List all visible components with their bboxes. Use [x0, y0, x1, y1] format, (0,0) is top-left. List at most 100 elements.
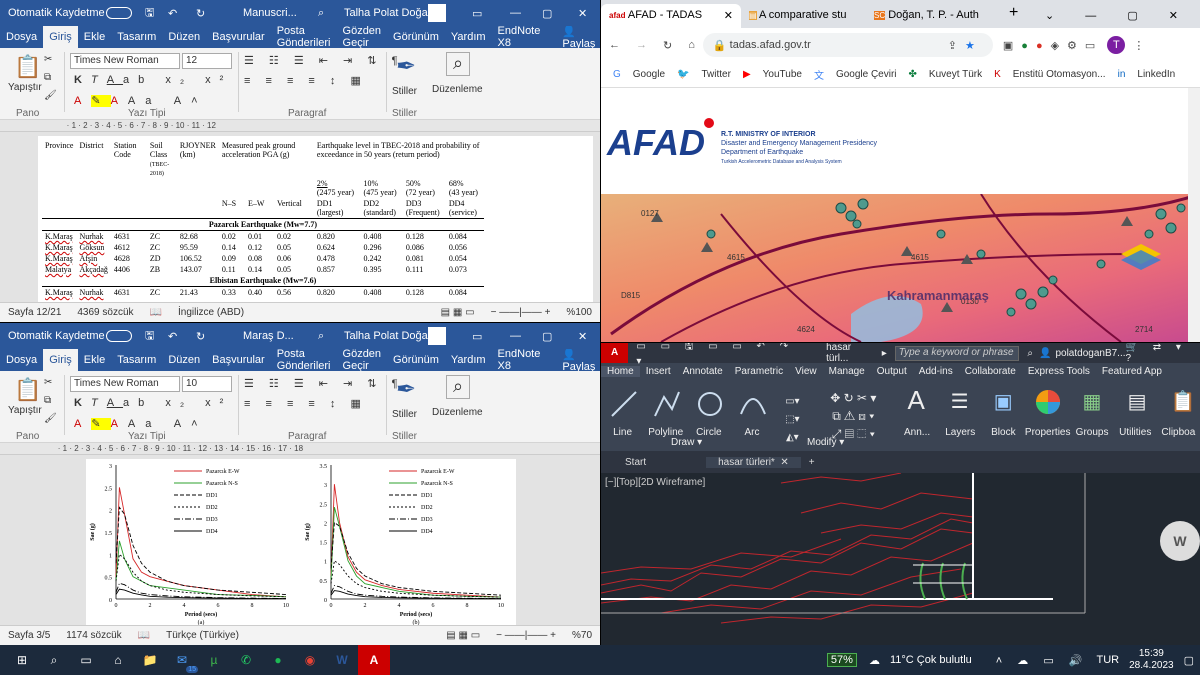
menu-ekle[interactable]: Ekle	[78, 31, 111, 43]
page-count[interactable]: Sayfa 3/5	[8, 630, 50, 641]
maximize-icon[interactable]: ▢	[542, 330, 552, 343]
styles-button[interactable]: Stiller	[392, 409, 417, 420]
maximize-icon[interactable]: ▢	[542, 7, 552, 20]
utorrent-icon[interactable]: µ	[198, 645, 230, 675]
language[interactable]: Türkçe (Türkiye)	[166, 630, 239, 641]
list-buttons[interactable]: ☰ ☷ ☰ ⇤ ⇥ ⇅ ¶	[244, 54, 403, 67]
format-buttons[interactable]: KTAab x₂ x²	[74, 397, 232, 409]
menu-collaborate[interactable]: Collaborate	[959, 366, 1022, 377]
weather-icon[interactable]: ☁	[869, 654, 880, 667]
autocad-logo-icon[interactable]: A	[601, 343, 629, 363]
tab-afad[interactable]: afad AFAD - TADAS ✕	[601, 4, 741, 28]
paste-button[interactable]: Yapıştır	[8, 82, 42, 93]
ribbon-display-icon[interactable]: ▭	[472, 7, 482, 20]
clipboard-tool[interactable]: 📋 Clipboa	[1157, 379, 1200, 451]
redo-icon[interactable]: ↻	[196, 7, 205, 20]
scrollbar[interactable]	[1188, 88, 1200, 342]
bm-twitter[interactable]: Twitter	[701, 69, 730, 80]
menu-gorunum[interactable]: Görünüm	[387, 31, 445, 43]
tray-icons[interactable]: ˄ ☁ ▭ 🔊	[996, 654, 1089, 667]
horizontal-ruler[interactable]: · 1 · 2 · 3 · 4 · 5 · 6 · 7 · 8 · 9 · 10…	[0, 443, 600, 455]
new-drawing-tab[interactable]: +	[801, 457, 823, 468]
document-area[interactable]: 0 0.5 1 1.5 2 2.5 3 0 2 4 6 8 10 Period (secs) Sae (g)…	[0, 455, 600, 625]
whatsapp-icon[interactable]: ✆	[230, 645, 262, 675]
search-icon[interactable]: ⌕	[318, 7, 324, 20]
document-page[interactable]: Province District Station Code Soil Clas…	[38, 136, 593, 302]
back-icon[interactable]: ←	[609, 39, 620, 51]
chevron-right-icon[interactable]: ▸	[882, 348, 887, 359]
forward-icon[interactable]: →	[636, 39, 647, 51]
avatar[interactable]	[428, 327, 446, 345]
reload-icon[interactable]: ↻	[663, 39, 672, 52]
tab-close-icon[interactable]: ✕	[724, 9, 733, 22]
autocad-icon[interactable]: A	[358, 645, 390, 675]
cut-icon[interactable]: ✂	[44, 377, 52, 388]
seismic-map[interactable]: 0127 4615 4615 2714 D815 4624 0130 Kahra…	[601, 194, 1200, 342]
tab-author[interactable]: SC Doğan, T. P. - Auth	[866, 4, 1001, 28]
bm-kuveyt[interactable]: Kuveyt Türk	[929, 69, 982, 80]
menu-giris[interactable]: Giriş	[43, 26, 78, 48]
clipboard-icon[interactable]: 📋	[14, 377, 41, 403]
windows-start-icon[interactable]: ⊞	[6, 645, 38, 675]
font-name-select[interactable]: Times New Roman	[70, 53, 180, 69]
menu-posta[interactable]: Posta Gönderileri	[271, 348, 337, 372]
annotation-tool[interactable]: A Ann...	[896, 379, 939, 451]
format-painter-icon[interactable]: 🖌	[44, 90, 57, 101]
file-explorer-icon[interactable]: 📁	[134, 645, 166, 675]
font-color-buttons[interactable]: A✎AAa A˄	[74, 417, 208, 430]
menu-gorunum[interactable]: Görünüm	[387, 354, 445, 366]
block-tool[interactable]: ▣ Block	[982, 379, 1025, 451]
zoom-level[interactable]: %70	[572, 630, 592, 641]
page-count[interactable]: Sayfa 12/21	[8, 307, 61, 318]
window-controls[interactable]: ⌄ — ▢ ✕	[1037, 4, 1200, 28]
search-icon[interactable]: ⌕	[38, 645, 70, 675]
minimize-icon[interactable]: —	[510, 7, 521, 19]
utilities-tool[interactable]: ▤ Utilities	[1114, 379, 1157, 451]
viewcube-compass[interactable]: W	[1160, 521, 1200, 561]
address-bar[interactable]: 🔒 tadas.afad.gov.tr ⇪★	[702, 33, 993, 57]
battery-indicator[interactable]: 57%	[826, 653, 857, 667]
font-size-select[interactable]: 12	[182, 53, 232, 69]
groups-tool[interactable]: ▦ Groups	[1071, 379, 1114, 451]
menu-giris[interactable]: Giriş	[43, 349, 78, 371]
align-buttons[interactable]: ≡ ≡ ≡ ≡ ↕ ▦	[244, 74, 367, 87]
styles-icon[interactable]: ✒	[396, 375, 416, 404]
acad-window-icons[interactable]: 🛒 ⇄ ▾ ?	[1126, 343, 1200, 364]
menu-duzen[interactable]: Düzen	[162, 354, 206, 366]
copy-icon[interactable]: ⧉	[44, 395, 51, 406]
menu-yardim[interactable]: Yardım	[445, 354, 492, 366]
editing-button[interactable]: Düzenleme	[432, 407, 483, 418]
layers-tool[interactable]: ☰ Layers	[939, 379, 982, 451]
spotify-icon[interactable]: ●	[262, 645, 294, 675]
clock[interactable]: 15:39 28.4.2023	[1129, 648, 1174, 672]
bm-translate[interactable]: Google Çeviri	[836, 69, 897, 80]
tab-comparative[interactable]: ▤ A comparative stu	[741, 4, 866, 28]
home-icon[interactable]: ⌂	[688, 39, 695, 51]
menu-endnote[interactable]: EndNote X8	[492, 348, 547, 372]
magnifier-icon[interactable]: ⌕	[446, 52, 470, 76]
arc-tool[interactable]: Arc	[730, 379, 773, 451]
properties-tool[interactable]: Properties	[1025, 379, 1071, 451]
font-name-select[interactable]: Times New Roman	[70, 376, 180, 392]
word-count[interactable]: 4369 sözcük	[77, 307, 133, 318]
list-buttons[interactable]: ☰ ☷ ☰ ⇤ ⇥ ⇅ ¶	[244, 377, 403, 390]
share-button[interactable]: 👤 Paylaş	[550, 25, 600, 50]
share-star-icons[interactable]: ⇪★	[948, 39, 983, 52]
format-buttons[interactable]: KTAab x₂ x²	[74, 74, 232, 86]
view-icons[interactable]: ▤ ▦ ▭	[446, 630, 480, 641]
menu-tasarim[interactable]: Tasarım	[111, 354, 162, 366]
clipboard-icon[interactable]: 📋	[14, 54, 41, 80]
save-icon[interactable]: 🖫	[145, 4, 154, 23]
tab-drawing[interactable]: hasar türleri* ✕	[706, 456, 801, 468]
magnifier-icon[interactable]: ⌕	[446, 375, 470, 399]
search-icon[interactable]: ⌕	[318, 330, 324, 343]
view-icons[interactable]: ▤ ▦ ▭	[441, 307, 475, 318]
lock-icon[interactable]: 🔒	[713, 39, 727, 52]
menu-gozden[interactable]: Gözden Geçir	[337, 25, 388, 49]
menu-basvurular[interactable]: Başvurular	[206, 31, 271, 43]
menu-duzen[interactable]: Düzen	[162, 31, 206, 43]
menu-basvurular[interactable]: Başvurular	[206, 354, 271, 366]
zoom-level[interactable]: %100	[566, 307, 592, 318]
document-area[interactable]: Province District Station Code Soil Clas…	[0, 132, 600, 302]
minimize-icon[interactable]: —	[510, 330, 521, 342]
